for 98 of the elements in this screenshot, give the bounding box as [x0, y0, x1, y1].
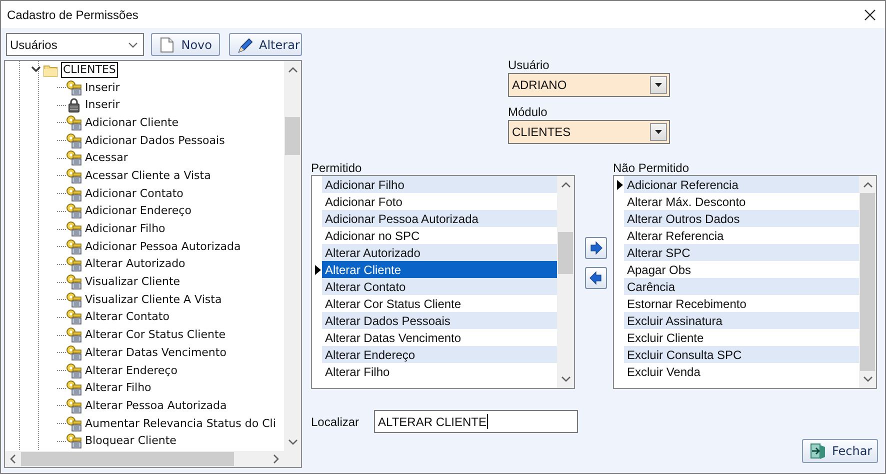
- tree-item[interactable]: Alterar Pessoa Autorizada: [83, 398, 229, 414]
- tree-item[interactable]: Adicionar Endereço: [83, 203, 194, 220]
- document-icon: [159, 36, 176, 52]
- scroll-up-icon[interactable]: [560, 182, 570, 188]
- edit-button[interactable]: Alterar: [229, 33, 302, 56]
- key-icon: [66, 256, 82, 272]
- tree-item[interactable]: Visualizar Cliente A Vista: [83, 292, 224, 308]
- close-button[interactable]: Fechar: [802, 439, 878, 463]
- key-icon: [66, 186, 82, 202]
- search-field[interactable]: ALTERAR CLIENTE: [374, 410, 578, 433]
- key-icon: [66, 150, 82, 166]
- tree-item[interactable]: Acessar Cliente a Vista: [83, 168, 213, 184]
- list-row[interactable]: Alterar Contato: [322, 278, 557, 295]
- arrow-left-icon: [589, 271, 603, 285]
- key-icon: [66, 203, 82, 220]
- scroll-thumb[interactable]: [558, 232, 573, 274]
- dropdown-arrow-icon: [654, 129, 663, 135]
- tree-item[interactable]: Alterar Filho: [83, 380, 154, 396]
- tree-item[interactable]: Visualizar Cliente: [83, 274, 182, 290]
- tree-item[interactable]: Inserir: [83, 80, 122, 96]
- scroll-up-icon[interactable]: [288, 67, 298, 73]
- horizontal-scrollbar[interactable]: [5, 451, 284, 467]
- key-icon: [66, 221, 82, 238]
- scroll-down-icon[interactable]: [288, 439, 298, 445]
- new-button[interactable]: Novo: [151, 33, 220, 56]
- padlock-icon: [66, 97, 82, 114]
- window-title: Cadastro de Permissões: [7, 8, 138, 22]
- list-row[interactable]: Excluir Assinatura: [624, 312, 859, 329]
- key-icon: [66, 416, 82, 432]
- scroll-down-icon[interactable]: [560, 376, 570, 382]
- vertical-scrollbar[interactable]: [557, 176, 574, 388]
- tree-item[interactable]: Alterar Datas Vencimento: [83, 344, 228, 361]
- tree-item[interactable]: Bloquear Cliente: [83, 433, 178, 450]
- scroll-down-icon[interactable]: [862, 376, 872, 382]
- tree-item[interactable]: Adicionar Contato: [83, 186, 186, 202]
- scroll-right-icon[interactable]: [273, 454, 279, 464]
- key-icon: [66, 344, 82, 361]
- list-label: Permitido: [311, 161, 363, 175]
- tree-item[interactable]: Alterar Autorizado: [83, 256, 188, 272]
- chevron-down-icon[interactable]: [31, 65, 41, 74]
- key-icon: [66, 292, 82, 308]
- list-row[interactable]: Alterar Dados Pessoais: [322, 312, 557, 329]
- scroll-thumb[interactable]: [860, 193, 875, 371]
- field-label: Usuário: [508, 58, 550, 73]
- type-dropdown[interactable]: Usuários: [6, 33, 144, 56]
- field-label: Módulo: [508, 105, 548, 120]
- tree-item[interactable]: Inserir: [83, 97, 122, 114]
- list-row[interactable]: Carência: [624, 278, 859, 295]
- key-icon: [66, 114, 82, 131]
- key-icon: [66, 168, 82, 184]
- tree-item[interactable]: Adicionar Dados Pessoais: [83, 132, 227, 149]
- key-icon: [66, 132, 82, 149]
- tree-item[interactable]: Adicionar Pessoa Autorizada: [83, 238, 243, 255]
- field-label: Localizar: [311, 414, 360, 428]
- close-icon[interactable]: [864, 8, 876, 20]
- folder-icon: [43, 62, 58, 77]
- scroll-up-icon[interactable]: [862, 182, 872, 188]
- tree-item[interactable]: Alterar Contato: [83, 309, 172, 326]
- list-label: Não Permitido: [613, 161, 690, 175]
- tree-item[interactable]: Alterar Endereço: [83, 362, 180, 379]
- key-icon: [66, 238, 82, 255]
- tree-item[interactable]: Acessar: [83, 150, 130, 166]
- key-icon: [66, 274, 82, 290]
- move-right-button[interactable]: [585, 237, 607, 259]
- tree-item[interactable]: Aumentar Relevancia Status do Cli: [83, 416, 278, 432]
- scroll-thumb[interactable]: [21, 452, 234, 466]
- list-row[interactable]: Alterar Autorizado: [322, 244, 557, 261]
- tree-item[interactable]: CLIENTES: [61, 62, 118, 78]
- key-icon: [66, 433, 82, 450]
- list-row[interactable]: Alterar SPC: [624, 244, 859, 261]
- user-dropdown[interactable]: ADRIANO: [508, 73, 670, 97]
- list-row[interactable]: Alterar Endereço: [322, 346, 557, 363]
- key-icon: [66, 327, 82, 344]
- list-row[interactable]: Alterar Cliente: [322, 261, 557, 278]
- list-row[interactable]: Alterar Outros Dados: [624, 210, 859, 227]
- list-row[interactable]: Adicionar Referencia: [624, 176, 859, 193]
- tree-item[interactable]: Adicionar Cliente: [83, 114, 181, 131]
- list-row[interactable]: Excluir Consulta SPC: [624, 346, 859, 363]
- vertical-scrollbar[interactable]: [284, 61, 301, 451]
- key-icon: [66, 80, 82, 96]
- list-row[interactable]: Adicionar Filho: [322, 176, 557, 193]
- module-dropdown[interactable]: CLIENTES: [508, 120, 670, 144]
- list-row[interactable]: Adicionar Pessoa Autorizada: [322, 210, 557, 227]
- scroll-left-icon[interactable]: [10, 454, 16, 464]
- arrow-right-icon: [589, 241, 603, 255]
- scroll-thumb[interactable]: [285, 117, 300, 155]
- key-icon: [66, 362, 82, 379]
- move-left-button[interactable]: [585, 267, 607, 289]
- exit-door-icon: [810, 443, 826, 459]
- chevron-down-icon: [128, 42, 138, 48]
- tree-item[interactable]: Adicionar Filho: [83, 221, 168, 238]
- pencil-icon: [237, 36, 253, 52]
- key-icon: [66, 309, 82, 326]
- key-icon: [66, 380, 82, 396]
- tree-item[interactable]: Alterar Cor Status Cliente: [83, 327, 228, 344]
- dropdown-arrow-icon: [654, 82, 663, 88]
- key-icon: [66, 398, 82, 414]
- vertical-scrollbar[interactable]: [859, 176, 876, 388]
